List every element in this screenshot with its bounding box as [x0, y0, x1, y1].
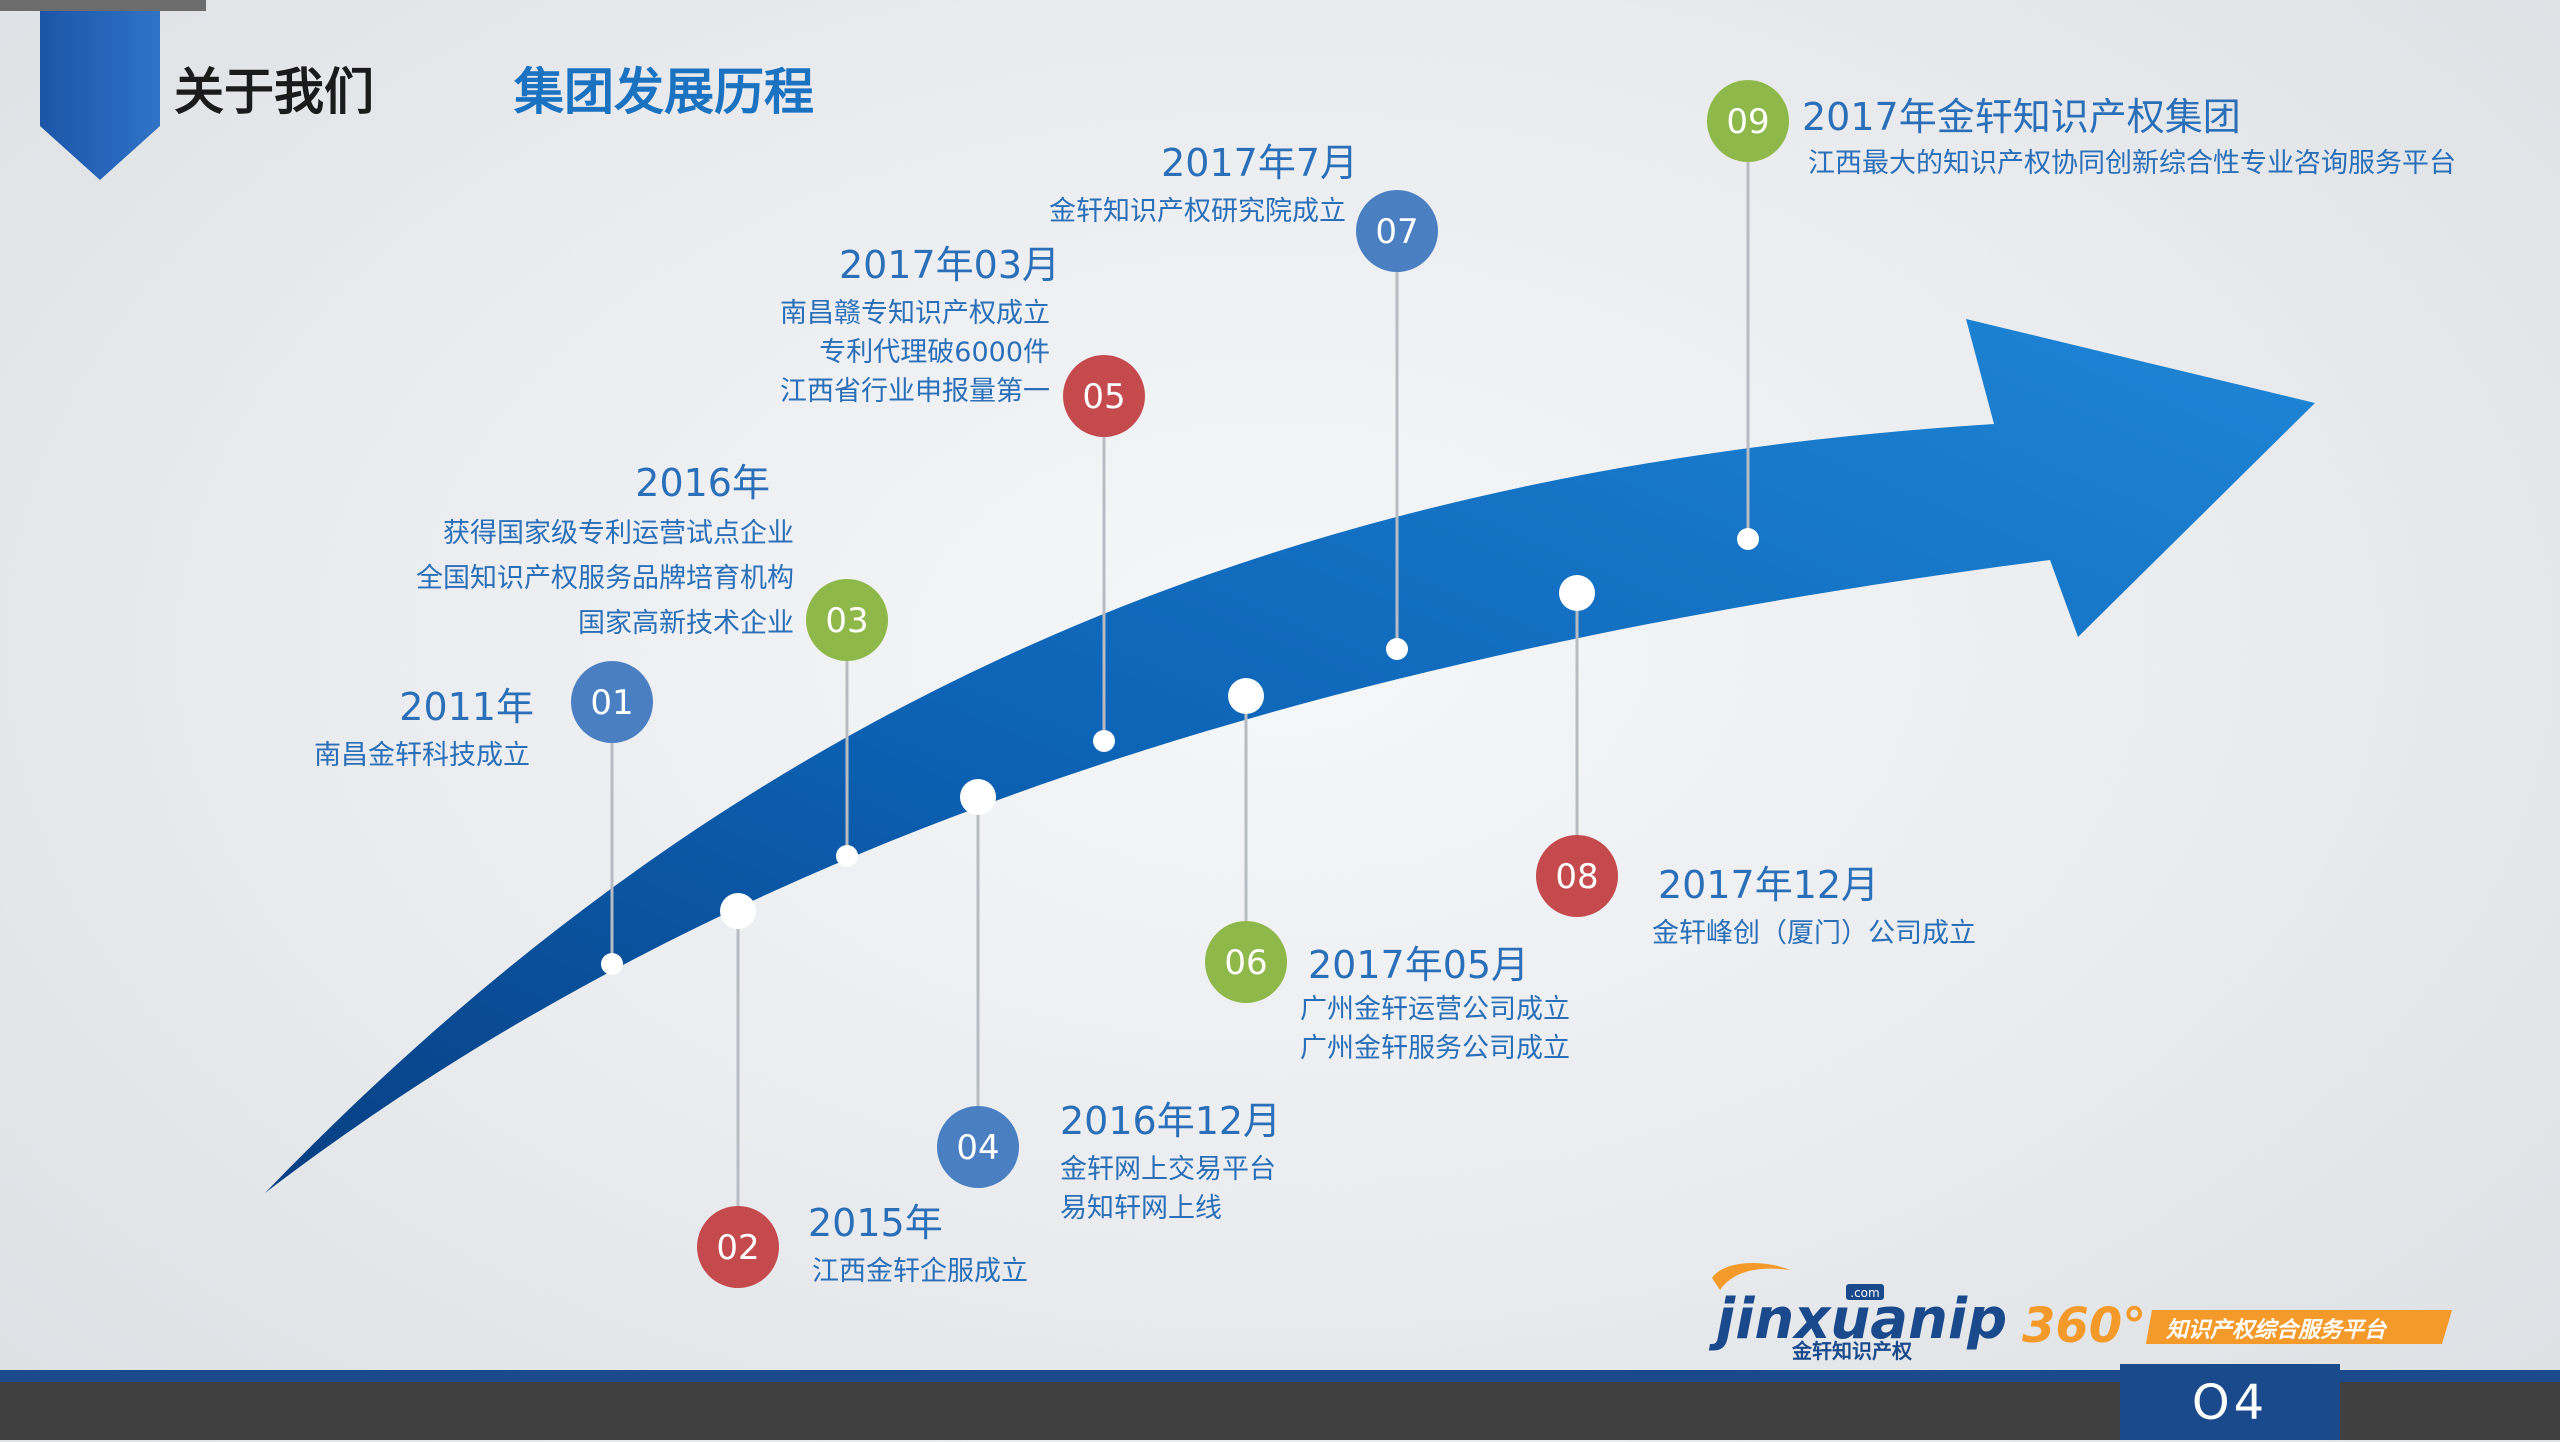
milestone-desc: 金轩峰创（厦门）公司成立 [1652, 918, 1976, 949]
milestone-year: 2011年 [399, 685, 534, 729]
milestone-number-02: 02 [716, 1228, 759, 1268]
milestone-desc: 江西省行业申报量第一 [780, 376, 1050, 407]
service-badge: 360° 知识产权综合服务平台 [2022, 1298, 2452, 1354]
milestone-number-01: 01 [590, 683, 633, 723]
milestone-year: 2017年7月 [1161, 141, 1358, 185]
arrow-dot-02 [720, 893, 756, 929]
milestone-01-text: 2011年 南昌金轩科技成立 [314, 688, 534, 775]
milestone-number-04: 04 [956, 1128, 999, 1168]
page-number: O4 [2120, 1364, 2340, 1440]
jinxuanip-logo: .com jinxuanip 金轩知识产权 [1708, 1263, 2007, 1363]
milestone-04-text: 2016年12月 金轩网上交易平台 易知轩网上线 [1060, 1102, 1281, 1228]
arrow-dot-05 [1093, 730, 1115, 752]
milestone-02-text: 2015年 江西金轩企服成立 [808, 1204, 1028, 1291]
top-tab-bar [0, 0, 206, 11]
milestone-year: 2017年金轩知识产权集团 [1802, 95, 2241, 139]
milestone-year: 2017年12月 [1658, 863, 1880, 907]
milestone-number-08: 08 [1555, 857, 1598, 897]
milestone-number-09: 09 [1726, 102, 1769, 142]
milestone-desc: 国家高新技术企业 [578, 608, 794, 639]
arrow-dot-06 [1228, 678, 1264, 714]
logo-swoosh-icon [1712, 1263, 1790, 1290]
milestone-03-text: 2016年 获得国家级专利运营试点企业 全国知识产权服务品牌培育机构 国家高新技… [416, 464, 794, 643]
milestone-desc: 南昌赣专知识产权成立 [780, 298, 1050, 329]
milestone-desc: 全国知识产权服务品牌培育机构 [416, 563, 794, 594]
milestone-06-text: 2017年05月 广州金轩运营公司成立 广州金轩服务公司成立 [1300, 946, 1570, 1068]
milestone-number-07: 07 [1375, 212, 1418, 252]
milestone-desc: 易知轩网上线 [1060, 1193, 1222, 1224]
milestone-year: 2016年12月 [1060, 1099, 1282, 1143]
milestone-year: 2017年05月 [1308, 943, 1530, 987]
milestone-year: 2015年 [808, 1201, 943, 1245]
milestone-desc: 专利代理破6000件 [819, 337, 1050, 368]
badge-number: 360° [2022, 1298, 2146, 1354]
milestone-08-text: 2017年12月 金轩峰创（厦门）公司成立 [1652, 866, 1976, 953]
milestone-desc: 江西金轩企服成立 [812, 1256, 1028, 1287]
milestone-year: 2017年03月 [838, 243, 1060, 287]
arrow-dot-01 [601, 953, 623, 975]
milestone-number-03: 03 [825, 601, 868, 641]
milestone-09-text: 2017年金轩知识产权集团 江西最大的知识产权协同创新综合性专业咨询服务平台 [1802, 98, 2456, 183]
logo-cn-text: 金轩知识产权 [1791, 1339, 1913, 1363]
arrow-dot-09 [1737, 528, 1759, 550]
page-title: 关于我们 [174, 63, 374, 121]
milestone-year: 2016年 [635, 461, 770, 505]
arrow-dot-04 [960, 779, 996, 815]
milestone-desc: 金轩网上交易平台 [1060, 1154, 1276, 1185]
arrow-dot-03 [836, 845, 858, 867]
milestone-05-text: 2017年03月 南昌赣专知识产权成立 专利代理破6000件 江西省行业申报量第… [780, 246, 1060, 411]
badge-text: 知识产权综合服务平台 [2165, 1317, 2388, 1343]
arrow-dot-07 [1386, 638, 1408, 660]
milestone-number-05: 05 [1082, 377, 1125, 417]
milestone-desc: 金轩知识产权研究院成立 [1049, 196, 1346, 227]
milestone-desc: 广州金轩运营公司成立 [1300, 994, 1570, 1025]
milestone-desc: 江西最大的知识产权协同创新综合性专业咨询服务平台 [1808, 148, 2456, 179]
milestone-desc: 获得国家级专利运营试点企业 [443, 518, 794, 549]
milestone-07-text: 2017年7月 金轩知识产权研究院成立 [1049, 144, 1358, 231]
milestone-desc: 广州金轩服务公司成立 [1300, 1033, 1570, 1064]
milestone-desc: 南昌金轩科技成立 [314, 740, 530, 771]
bookmark-ribbon [40, 11, 160, 180]
growth-arrow [265, 319, 2315, 1193]
arrow-dot-08 [1559, 575, 1595, 611]
milestone-number-06: 06 [1224, 943, 1267, 983]
section-title: 集团发展历程 [514, 63, 814, 121]
